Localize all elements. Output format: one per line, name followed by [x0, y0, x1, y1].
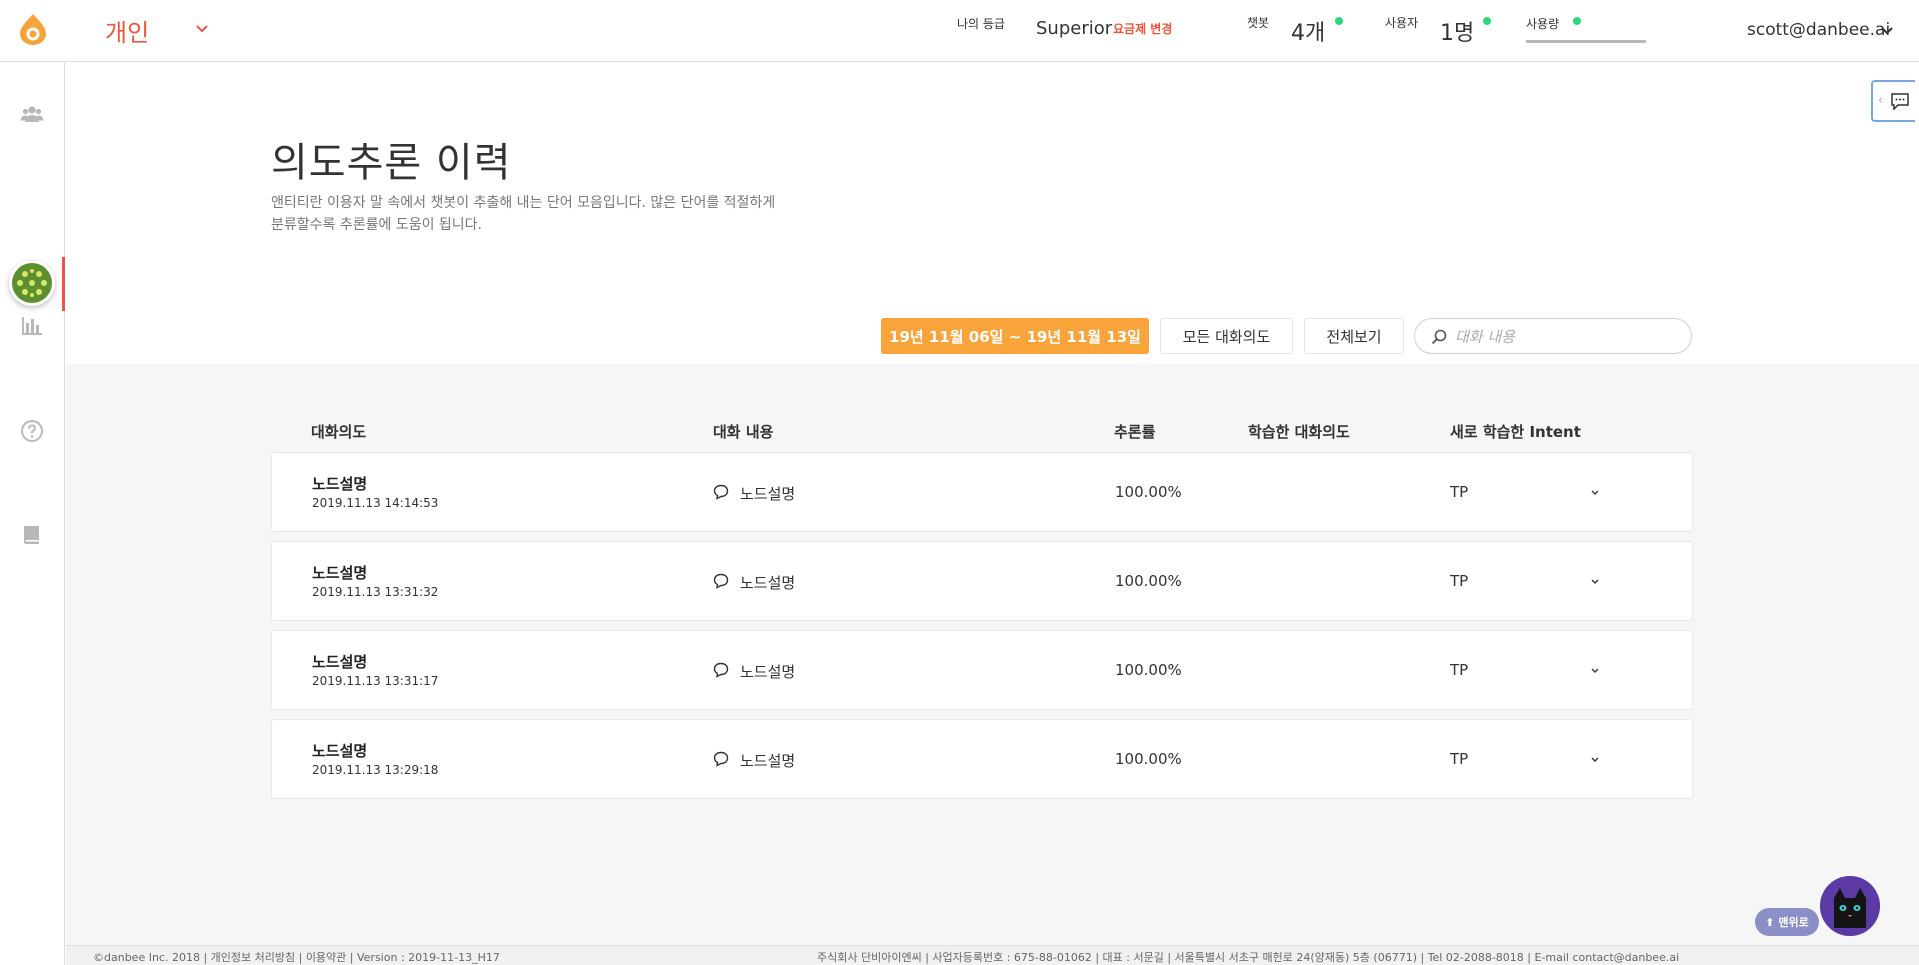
users-count-label: 사용자	[1385, 16, 1419, 30]
danbee-logo-icon[interactable]	[18, 13, 48, 45]
chevron-down-icon[interactable]	[195, 22, 209, 36]
avatar[interactable]	[9, 260, 55, 306]
chevron-left-icon: ‹	[1878, 93, 1883, 107]
speech-bubble-icon	[713, 484, 729, 500]
search-input[interactable]	[1455, 325, 1680, 349]
help-icon[interactable]	[20, 419, 44, 443]
search-box[interactable]	[1414, 318, 1692, 354]
row-rate: 100.00%	[1115, 483, 1182, 501]
column-header-intent: 대화의도	[311, 423, 367, 441]
row-content: 노드설명	[740, 485, 796, 503]
row-new-intent: TP	[1450, 483, 1469, 501]
footer-left: ©danbee Inc. 2018 | 개인정보 처리방침 | 이용약관 | V…	[93, 951, 500, 964]
row-intent: 노드설명	[312, 653, 368, 671]
row-intent: 노드설명	[312, 564, 368, 582]
grade-label: 나의 등급	[957, 17, 1005, 31]
top-header: 개인 나의 등급 Superior 요금제 변경 챗봇 4개 사용자 1명 사용…	[0, 0, 1919, 62]
chevron-down-icon[interactable]	[1589, 577, 1601, 587]
workspace-selector[interactable]: 개인	[105, 13, 149, 48]
row-new-intent: TP	[1450, 661, 1469, 679]
chatbot-avatar[interactable]	[1820, 876, 1880, 936]
chevron-down-icon[interactable]	[1589, 488, 1601, 498]
column-header-content: 대화 내용	[713, 423, 774, 441]
chat-panel-toggle[interactable]: ‹	[1871, 80, 1915, 122]
description-line: 분류할수록 추론률에 도움이 됩니다.	[271, 217, 482, 233]
bar-chart-icon[interactable]	[20, 314, 44, 338]
table-row[interactable]: 노드설명 2019.11.13 14:14:53 노드설명 100.00% TP	[271, 452, 1693, 532]
row-intent: 노드설명	[312, 475, 368, 493]
scroll-to-top-button[interactable]: ⬆ 맨위로	[1755, 908, 1819, 936]
left-sidebar	[0, 62, 65, 965]
row-content: 노드설명	[740, 574, 796, 592]
row-content: 노드설명	[740, 663, 796, 681]
chevron-down-icon[interactable]	[1589, 666, 1601, 676]
speech-bubble-icon	[713, 662, 729, 678]
footer-right: 주식회사 단비아이엔씨 | 사업자등록번호 : 675-88-01062 | 대…	[817, 951, 1680, 964]
row-rate: 100.00%	[1115, 661, 1182, 679]
row-content: 노드설명	[740, 752, 796, 770]
chevron-down-icon[interactable]	[1589, 755, 1601, 765]
row-timestamp: 2019.11.13 13:31:17	[312, 674, 439, 688]
table-row[interactable]: 노드설명 2019.11.13 13:31:17 노드설명 100.00% TP	[271, 630, 1693, 710]
row-new-intent: TP	[1450, 572, 1469, 590]
chevron-down-icon[interactable]	[1880, 24, 1894, 38]
account-menu[interactable]: scott@danbee.ai	[1747, 20, 1890, 40]
search-icon	[1431, 329, 1447, 345]
row-timestamp: 2019.11.13 13:31:32	[312, 585, 439, 599]
usage-status-dot	[1573, 17, 1581, 25]
grade-value: Superior	[1036, 18, 1113, 39]
row-timestamp: 2019.11.13 14:14:53	[312, 496, 439, 510]
plan-change-link[interactable]: 요금제 변경	[1113, 20, 1172, 37]
row-rate: 100.00%	[1115, 750, 1182, 768]
row-timestamp: 2019.11.13 13:29:18	[312, 763, 439, 777]
row-rate: 100.00%	[1115, 572, 1182, 590]
avatar-pattern-icon	[12, 263, 52, 303]
speech-bubble-icon	[713, 573, 729, 589]
usage-bar	[1526, 40, 1646, 43]
footer: ©danbee Inc. 2018 | 개인정보 처리방침 | 이용약관 | V…	[66, 945, 1919, 965]
usage-label: 사용량	[1526, 17, 1560, 31]
black-cat-icon	[1820, 876, 1880, 936]
description-line: 앤티티란 이용자 말 속에서 챗봇이 추출해 내는 단어 모음입니다. 많은 단…	[271, 195, 776, 211]
view-all-button[interactable]: 전체보기	[1304, 318, 1404, 354]
book-icon[interactable]	[20, 523, 44, 547]
row-intent: 노드설명	[312, 742, 368, 760]
page-description: 앤티티란 이용자 말 속에서 챗봇이 추출해 내는 단어 모음입니다. 많은 단…	[271, 192, 871, 236]
page-title: 의도추론 이력	[271, 140, 512, 186]
chatbot-count-label: 챗봇	[1247, 16, 1270, 30]
row-new-intent: TP	[1450, 750, 1469, 768]
users-status-dot	[1483, 17, 1491, 25]
users-icon[interactable]	[20, 102, 44, 126]
chatbot-count-value: 4개	[1291, 21, 1326, 46]
column-header-rate: 추론률	[1114, 423, 1156, 441]
users-count-value: 1명	[1440, 21, 1475, 46]
table-row[interactable]: 노드설명 2019.11.13 13:29:18 노드설명 100.00% TP	[271, 719, 1693, 799]
column-header-new-intent: 새로 학습한 Intent	[1450, 423, 1581, 441]
column-header-learned: 학습한 대화의도	[1248, 423, 1350, 441]
table-row[interactable]: 노드설명 2019.11.13 13:31:32 노드설명 100.00% TP	[271, 541, 1693, 621]
date-range-button[interactable]: 19년 11월 06일 ~ 19년 11월 13일	[881, 318, 1149, 354]
chat-icon	[1891, 93, 1909, 110]
all-intents-filter[interactable]: 모든 대화의도	[1160, 318, 1293, 354]
chatbot-status-dot	[1335, 17, 1343, 25]
speech-bubble-icon	[713, 751, 729, 767]
active-indicator	[62, 257, 65, 311]
